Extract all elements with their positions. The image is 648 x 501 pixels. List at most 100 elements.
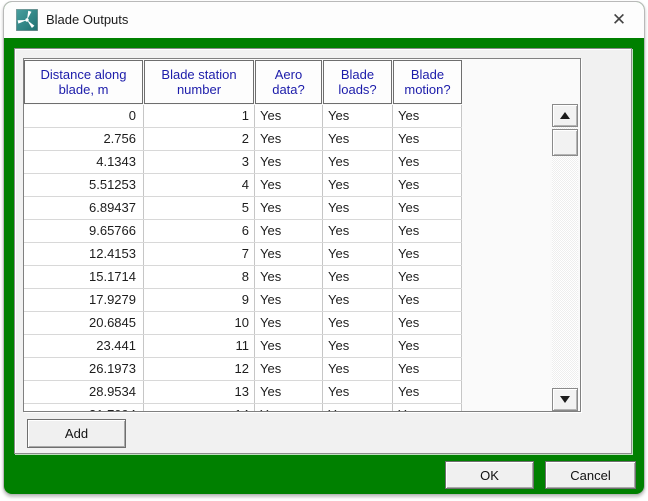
column-header-aero-data[interactable]: Aero data? [255, 60, 322, 104]
cell[interactable]: 7 [144, 243, 255, 265]
column-header-blade-loads[interactable]: Blade loads? [323, 60, 392, 104]
cell[interactable]: Yes [255, 358, 323, 380]
cell[interactable]: Yes [255, 151, 323, 173]
column-header-distance[interactable]: Distance along blade, m [24, 60, 143, 104]
cell[interactable]: 2.756 [24, 128, 144, 150]
cell[interactable]: Yes [393, 174, 462, 196]
cell[interactable]: Yes [255, 197, 323, 219]
table-row[interactable]: 01YesYesYes [24, 105, 462, 128]
cell[interactable]: 10 [144, 312, 255, 334]
header-line: blade, m [59, 82, 109, 97]
cell[interactable]: Yes [393, 335, 462, 357]
cell[interactable]: Yes [393, 105, 462, 127]
cell[interactable]: 11 [144, 335, 255, 357]
cell[interactable]: Yes [393, 197, 462, 219]
cell[interactable]: Yes [255, 105, 323, 127]
cancel-button[interactable]: Cancel [545, 461, 636, 489]
table-row[interactable]: 9.657666YesYesYes [24, 220, 462, 243]
table-row[interactable]: 26.197312YesYesYes [24, 358, 462, 381]
table-row[interactable]: 17.92799YesYesYes [24, 289, 462, 312]
cell[interactable]: Yes [255, 289, 323, 311]
cell[interactable]: Yes [393, 358, 462, 380]
cell[interactable]: Yes [255, 220, 323, 242]
cell[interactable]: 6.89437 [24, 197, 144, 219]
add-button[interactable]: Add [27, 419, 126, 448]
cell[interactable]: 2 [144, 128, 255, 150]
vertical-scrollbar[interactable] [552, 104, 578, 411]
cell[interactable]: Yes [323, 312, 393, 334]
cell[interactable]: Yes [255, 335, 323, 357]
cell[interactable]: Yes [255, 381, 323, 403]
table-row[interactable]: 12.41537YesYesYes [24, 243, 462, 266]
cell[interactable]: Yes [323, 128, 393, 150]
cell[interactable]: Yes [323, 220, 393, 242]
cell[interactable]: Yes [255, 266, 323, 288]
cell[interactable]: Yes [323, 105, 393, 127]
cell[interactable]: Yes [255, 128, 323, 150]
cell[interactable]: Yes [323, 266, 393, 288]
cell[interactable]: 17.9279 [24, 289, 144, 311]
cell[interactable]: Yes [323, 289, 393, 311]
cell[interactable]: 20.6845 [24, 312, 144, 334]
cell[interactable]: Yes [323, 243, 393, 265]
scroll-down-button[interactable] [552, 388, 578, 411]
cell[interactable]: 12 [144, 358, 255, 380]
cell[interactable]: Yes [393, 243, 462, 265]
cell[interactable]: Yes [255, 243, 323, 265]
cell[interactable]: 5 [144, 197, 255, 219]
table-row[interactable]: 4.13433YesYesYes [24, 151, 462, 174]
table-row[interactable]: 5.512534YesYesYes [24, 174, 462, 197]
cell[interactable]: 13 [144, 381, 255, 403]
cell[interactable]: Yes [255, 404, 323, 412]
cell[interactable]: 9 [144, 289, 255, 311]
cell[interactable]: 23.441 [24, 335, 144, 357]
cell[interactable]: Yes [323, 381, 393, 403]
table-row[interactable]: 28.953413YesYesYes [24, 381, 462, 404]
cell[interactable]: 4 [144, 174, 255, 196]
cell[interactable]: 14 [144, 404, 255, 412]
cell[interactable]: 8 [144, 266, 255, 288]
scrollbar-thumb[interactable] [552, 129, 578, 156]
cell[interactable]: Yes [255, 174, 323, 196]
cell[interactable]: Yes [323, 174, 393, 196]
cell[interactable]: 26.1973 [24, 358, 144, 380]
cell[interactable]: Yes [323, 358, 393, 380]
cell[interactable]: 12.4153 [24, 243, 144, 265]
cell[interactable]: Yes [393, 404, 462, 412]
cell[interactable]: Yes [393, 128, 462, 150]
cell[interactable]: Yes [255, 312, 323, 334]
cell[interactable]: 31.7094 [24, 404, 144, 412]
cell[interactable]: Yes [393, 381, 462, 403]
cell[interactable]: Yes [323, 404, 393, 412]
cell[interactable]: Yes [393, 289, 462, 311]
cell[interactable]: 0 [24, 105, 144, 127]
content-panel: Distance along blade, m Blade station nu… [14, 48, 632, 454]
cell[interactable]: Yes [393, 312, 462, 334]
cell[interactable]: Yes [323, 197, 393, 219]
cell[interactable]: Yes [393, 151, 462, 173]
table-row[interactable]: 31.709414YesYesYes [24, 404, 462, 412]
scroll-up-button[interactable] [552, 104, 578, 127]
column-header-station[interactable]: Blade station number [144, 60, 254, 104]
cell[interactable]: 3 [144, 151, 255, 173]
cell[interactable]: Yes [393, 266, 462, 288]
table-row[interactable]: 6.894375YesYesYes [24, 197, 462, 220]
table-row[interactable]: 20.684510YesYesYes [24, 312, 462, 335]
cell[interactable]: 4.1343 [24, 151, 144, 173]
table-row[interactable]: 23.44111YesYesYes [24, 335, 462, 358]
cell[interactable]: 9.65766 [24, 220, 144, 242]
column-header-blade-motion[interactable]: Blade motion? [393, 60, 462, 104]
title-bar[interactable]: Blade Outputs ✕ [4, 2, 644, 38]
cell[interactable]: 1 [144, 105, 255, 127]
table-row[interactable]: 2.7562YesYesYes [24, 128, 462, 151]
cell[interactable]: 5.51253 [24, 174, 144, 196]
ok-button[interactable]: OK [445, 461, 534, 489]
cell[interactable]: Yes [323, 335, 393, 357]
cell[interactable]: Yes [393, 220, 462, 242]
table-row[interactable]: 15.17148YesYesYes [24, 266, 462, 289]
cell[interactable]: Yes [323, 151, 393, 173]
cell[interactable]: 15.1714 [24, 266, 144, 288]
close-icon[interactable]: ✕ [602, 4, 636, 36]
cell[interactable]: 28.9534 [24, 381, 144, 403]
cell[interactable]: 6 [144, 220, 255, 242]
